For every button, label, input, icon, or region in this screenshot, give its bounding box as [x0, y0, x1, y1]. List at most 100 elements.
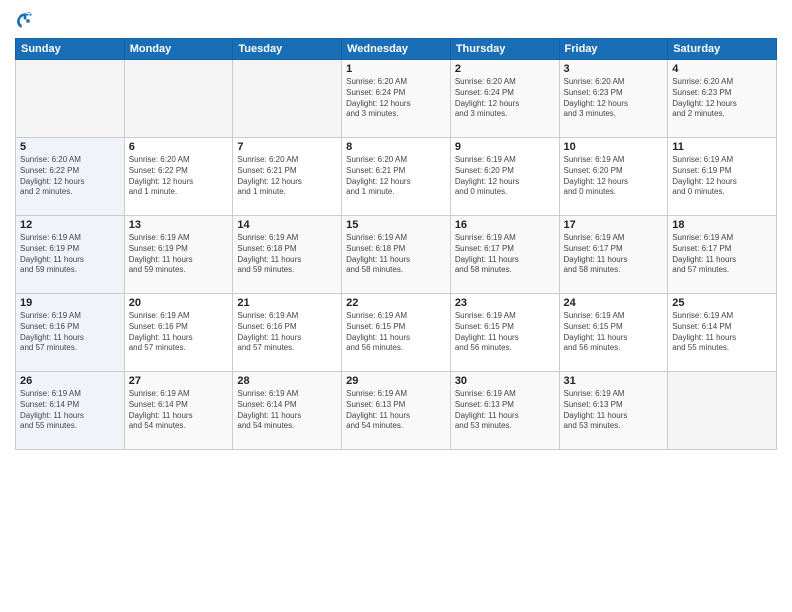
- day-header-friday: Friday: [559, 39, 668, 60]
- calendar-cell: 17Sunrise: 6:19 AM Sunset: 6:17 PM Dayli…: [559, 216, 668, 294]
- calendar-week-1: 1 Sunrise: 6:20 AM Sunset: 6:24 PM Daylig…: [16, 60, 777, 138]
- calendar-cell: 30Sunrise: 6:19 AM Sunset: 6:13 PM Dayli…: [450, 372, 559, 450]
- calendar-cell: 8Sunrise: 6:20 AM Sunset: 6:21 PM Daylig…: [342, 138, 451, 216]
- day-info: Sunrise: 6:19 AM Sunset: 6:14 PM Dayligh…: [129, 389, 229, 432]
- day-info: Sunrise: 6:19 AM Sunset: 6:16 PM Dayligh…: [20, 311, 120, 354]
- calendar-cell: 21 Sunrise: 6:19 AM Sunset: 6:16 PM Dayli…: [233, 294, 342, 372]
- day-info: Sunrise: 6:19 AM Sunset: 6:20 PM Dayligh…: [455, 155, 555, 198]
- day-header-tuesday: Tuesday: [233, 39, 342, 60]
- day-number: 23: [455, 297, 555, 309]
- calendar-cell: [16, 60, 125, 138]
- calendar-cell: 5 Sunrise: 6:20 AM Sunset: 6:22 PM Daylig…: [16, 138, 125, 216]
- calendar-cell: 20 Sunrise: 6:19 AM Sunset: 6:16 PM Dayli…: [124, 294, 233, 372]
- calendar-week-2: 5 Sunrise: 6:20 AM Sunset: 6:22 PM Daylig…: [16, 138, 777, 216]
- calendar-week-5: 26 Sunrise: 6:19 AM Sunset: 6:14 PM Dayli…: [16, 372, 777, 450]
- day-number: 18: [672, 219, 772, 231]
- calendar-cell: 2Sunrise: 6:20 AM Sunset: 6:24 PM Daylig…: [450, 60, 559, 138]
- day-info: Sunrise: 6:19 AM Sunset: 6:19 PM Dayligh…: [672, 155, 772, 198]
- day-number: 16: [455, 219, 555, 231]
- day-info: Sunrise: 6:20 AM Sunset: 6:21 PM Dayligh…: [237, 155, 337, 198]
- calendar-cell: 25 Sunrise: 6:19 AM Sunset: 6:14 PM Dayli…: [668, 294, 777, 372]
- day-number: 22: [346, 297, 446, 309]
- calendar-cell: 16 Sunrise: 6:19 AM Sunset: 6:17 PM Dayli…: [450, 216, 559, 294]
- logo: [15, 10, 39, 30]
- calendar-cell: 4 Sunrise: 6:20 AM Sunset: 6:23 PM Daylig…: [668, 60, 777, 138]
- day-info: Sunrise: 6:19 AM Sunset: 6:20 PM Dayligh…: [564, 155, 664, 198]
- day-number: 11: [672, 141, 772, 153]
- day-number: 14: [237, 219, 337, 231]
- calendar-cell: 9 Sunrise: 6:19 AM Sunset: 6:20 PM Daylig…: [450, 138, 559, 216]
- calendar-cell: 19 Sunrise: 6:19 AM Sunset: 6:16 PM Dayli…: [16, 294, 125, 372]
- day-info: Sunrise: 6:19 AM Sunset: 6:15 PM Dayligh…: [346, 311, 446, 354]
- day-info: Sunrise: 6:19 AM Sunset: 6:15 PM Dayligh…: [455, 311, 555, 354]
- calendar-header-row: SundayMondayTuesdayWednesdayThursdayFrid…: [16, 39, 777, 60]
- day-header-wednesday: Wednesday: [342, 39, 451, 60]
- day-number: 6: [129, 141, 229, 153]
- calendar-cell: 15 Sunrise: 6:19 AM Sunset: 6:18 PM Dayli…: [342, 216, 451, 294]
- day-header-thursday: Thursday: [450, 39, 559, 60]
- day-info: Sunrise: 6:19 AM Sunset: 6:14 PM Dayligh…: [20, 389, 120, 432]
- day-number: 10: [564, 141, 664, 153]
- calendar-cell: 13Sunrise: 6:19 AM Sunset: 6:19 PM Dayli…: [124, 216, 233, 294]
- calendar-cell: 11 Sunrise: 6:19 AM Sunset: 6:19 PM Dayli…: [668, 138, 777, 216]
- day-number: 1: [346, 63, 446, 75]
- day-info: Sunrise: 6:19 AM Sunset: 6:19 PM Dayligh…: [129, 233, 229, 276]
- day-number: 8: [346, 141, 446, 153]
- day-number: 25: [672, 297, 772, 309]
- calendar-cell: 24Sunrise: 6:19 AM Sunset: 6:15 PM Dayli…: [559, 294, 668, 372]
- calendar-cell: 3Sunrise: 6:20 AM Sunset: 6:23 PM Daylig…: [559, 60, 668, 138]
- day-info: Sunrise: 6:19 AM Sunset: 6:17 PM Dayligh…: [672, 233, 772, 276]
- day-info: Sunrise: 6:19 AM Sunset: 6:16 PM Dayligh…: [129, 311, 229, 354]
- day-number: 24: [564, 297, 664, 309]
- day-info: Sunrise: 6:20 AM Sunset: 6:22 PM Dayligh…: [20, 155, 120, 198]
- day-info: Sunrise: 6:19 AM Sunset: 6:13 PM Dayligh…: [455, 389, 555, 432]
- day-info: Sunrise: 6:20 AM Sunset: 6:22 PM Dayligh…: [129, 155, 229, 198]
- day-info: Sunrise: 6:19 AM Sunset: 6:18 PM Dayligh…: [346, 233, 446, 276]
- calendar-cell: 28Sunrise: 6:19 AM Sunset: 6:14 PM Dayli…: [233, 372, 342, 450]
- calendar-table: SundayMondayTuesdayWednesdayThursdayFrid…: [15, 38, 777, 450]
- calendar-cell: 1 Sunrise: 6:20 AM Sunset: 6:24 PM Daylig…: [342, 60, 451, 138]
- day-number: 21: [237, 297, 337, 309]
- day-number: 7: [237, 141, 337, 153]
- calendar-week-4: 19 Sunrise: 6:19 AM Sunset: 6:16 PM Dayli…: [16, 294, 777, 372]
- day-number: 17: [564, 219, 664, 231]
- day-number: 9: [455, 141, 555, 153]
- header: [15, 10, 777, 30]
- logo-icon: [15, 10, 35, 30]
- day-info: Sunrise: 6:19 AM Sunset: 6:19 PM Dayligh…: [20, 233, 120, 276]
- day-number: 4: [672, 63, 772, 75]
- day-info: Sunrise: 6:19 AM Sunset: 6:17 PM Dayligh…: [455, 233, 555, 276]
- day-info: Sunrise: 6:19 AM Sunset: 6:13 PM Dayligh…: [564, 389, 664, 432]
- day-info: Sunrise: 6:20 AM Sunset: 6:23 PM Dayligh…: [672, 77, 772, 120]
- day-number: 31: [564, 375, 664, 387]
- calendar-cell: 7 Sunrise: 6:20 AM Sunset: 6:21 PM Daylig…: [233, 138, 342, 216]
- day-info: Sunrise: 6:19 AM Sunset: 6:16 PM Dayligh…: [237, 311, 337, 354]
- calendar-cell: 27 Sunrise: 6:19 AM Sunset: 6:14 PM Dayli…: [124, 372, 233, 450]
- calendar-cell: 10 Sunrise: 6:19 AM Sunset: 6:20 PM Dayli…: [559, 138, 668, 216]
- day-number: 3: [564, 63, 664, 75]
- calendar-cell: [233, 60, 342, 138]
- calendar-cell: 22 Sunrise: 6:19 AM Sunset: 6:15 PM Dayli…: [342, 294, 451, 372]
- calendar-cell: 26 Sunrise: 6:19 AM Sunset: 6:14 PM Dayli…: [16, 372, 125, 450]
- day-number: 15: [346, 219, 446, 231]
- calendar-cell: 12 Sunrise: 6:19 AM Sunset: 6:19 PM Dayli…: [16, 216, 125, 294]
- calendar-cell: 14 Sunrise: 6:19 AM Sunset: 6:18 PM Dayli…: [233, 216, 342, 294]
- calendar-cell: [124, 60, 233, 138]
- day-number: 19: [20, 297, 120, 309]
- calendar-cell: 6 Sunrise: 6:20 AM Sunset: 6:22 PM Daylig…: [124, 138, 233, 216]
- day-number: 20: [129, 297, 229, 309]
- day-info: Sunrise: 6:20 AM Sunset: 6:24 PM Dayligh…: [346, 77, 446, 120]
- day-header-monday: Monday: [124, 39, 233, 60]
- calendar-container: SundayMondayTuesdayWednesdayThursdayFrid…: [0, 0, 792, 612]
- day-number: 26: [20, 375, 120, 387]
- day-info: Sunrise: 6:19 AM Sunset: 6:14 PM Dayligh…: [237, 389, 337, 432]
- day-info: Sunrise: 6:19 AM Sunset: 6:13 PM Dayligh…: [346, 389, 446, 432]
- day-info: Sunrise: 6:19 AM Sunset: 6:18 PM Dayligh…: [237, 233, 337, 276]
- calendar-cell: 29Sunrise: 6:19 AM Sunset: 6:13 PM Dayli…: [342, 372, 451, 450]
- day-number: 5: [20, 141, 120, 153]
- calendar-cell: [668, 372, 777, 450]
- day-info: Sunrise: 6:19 AM Sunset: 6:14 PM Dayligh…: [672, 311, 772, 354]
- day-number: 27: [129, 375, 229, 387]
- day-number: 12: [20, 219, 120, 231]
- day-header-sunday: Sunday: [16, 39, 125, 60]
